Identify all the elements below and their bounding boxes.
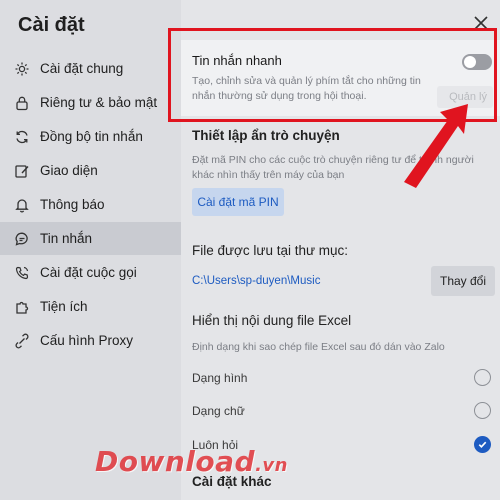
sidebar-item-messages[interactable]: Tin nhắn [0, 222, 181, 255]
sidebar-item-label: Đồng bộ tin nhắn [40, 129, 143, 144]
puzzle-icon [14, 299, 30, 315]
sidebar-item-label: Tin nhắn [40, 231, 93, 246]
sidebar-title: Cài đặt [18, 14, 85, 36]
set-pin-button[interactable]: Cài đặt mã PIN [192, 188, 284, 216]
gear-icon [14, 61, 30, 77]
sidebar-item-label: Cài đặt cuộc gọi [40, 265, 137, 280]
sidebar-item-label: Thông báo [40, 197, 105, 212]
sync-icon [14, 129, 30, 145]
check-icon [478, 441, 487, 448]
settings-content: Tin nhắn nhanh Tạo, chỉnh sửa và quản lý… [181, 0, 500, 500]
sidebar-item-appearance[interactable]: Giao diện [0, 154, 181, 187]
close-icon [474, 16, 488, 30]
excel-description: Định dạng khi sao chép file Excel sau đó… [192, 341, 445, 353]
sidebar-item-label: Riêng tư & bảo mật [40, 95, 158, 110]
sidebar-item-label: Cấu hình Proxy [40, 333, 134, 348]
sidebar-item-label: Cài đặt chung [40, 61, 124, 76]
settings-window: Cài đặt Cài đặt chung Riêng tư & bảo mật… [0, 0, 500, 500]
hidden-chat-title: Thiết lập ẩn trò chuyện [192, 128, 340, 143]
sidebar-item-general[interactable]: Cài đặt chung [0, 52, 181, 85]
hidden-chat-description: Đặt mã PIN cho các cuộc trò chuyện riêng… [192, 154, 474, 181]
sidebar-item-proxy[interactable]: Cấu hình Proxy [0, 324, 181, 357]
lock-icon [14, 95, 30, 111]
watermark-main: Download [95, 445, 256, 478]
edit-icon [14, 163, 30, 179]
excel-option-image-radio[interactable] [474, 369, 491, 386]
excel-option-label: Dạng hình [192, 371, 248, 385]
quick-message-title: Tin nhắn nhanh [192, 53, 282, 68]
change-folder-button[interactable]: Thay đổi [431, 266, 495, 296]
proxy-icon [14, 333, 30, 349]
phone-icon [14, 265, 30, 281]
close-button[interactable] [472, 14, 490, 32]
watermark-logo: Download.vn [95, 445, 288, 478]
quick-message-toggle[interactable] [462, 54, 492, 70]
watermark-tail: .vn [255, 455, 288, 476]
excel-option-label: Dạng chữ [192, 404, 245, 418]
save-folder-path: C:\Users\sp-duyen\Music [192, 275, 321, 287]
sidebar-item-label: Tiện ích [40, 299, 88, 314]
bell-icon [14, 197, 30, 213]
save-folder-title: File được lưu tại thư mục: [192, 243, 349, 258]
quick-message-card: Tin nhắn nhanh Tạo, chỉnh sửa và quản lý… [181, 40, 500, 116]
sidebar-item-label: Giao diện [40, 163, 98, 178]
excel-option-ask-radio[interactable] [474, 436, 491, 453]
excel-title: Hiển thị nội dung file Excel [192, 313, 352, 328]
quick-message-description: Tạo, chỉnh sửa và quản lý phím tắt cho n… [192, 75, 421, 102]
settings-sidebar: Cài đặt Cài đặt chung Riêng tư & bảo mật… [0, 0, 181, 500]
toggle-knob [464, 56, 476, 68]
manage-quick-message-button[interactable]: Quản lý [437, 86, 493, 108]
sidebar-item-privacy[interactable]: Riêng tư & bảo mật [0, 86, 181, 119]
sidebar-item-notifications[interactable]: Thông báo [0, 188, 181, 221]
sidebar-item-sync[interactable]: Đồng bộ tin nhắn [0, 120, 181, 153]
chat-icon [14, 231, 30, 247]
sidebar-item-utilities[interactable]: Tiện ích [0, 290, 181, 323]
sidebar-item-calls[interactable]: Cài đặt cuộc gọi [0, 256, 181, 289]
excel-option-text-radio[interactable] [474, 402, 491, 419]
